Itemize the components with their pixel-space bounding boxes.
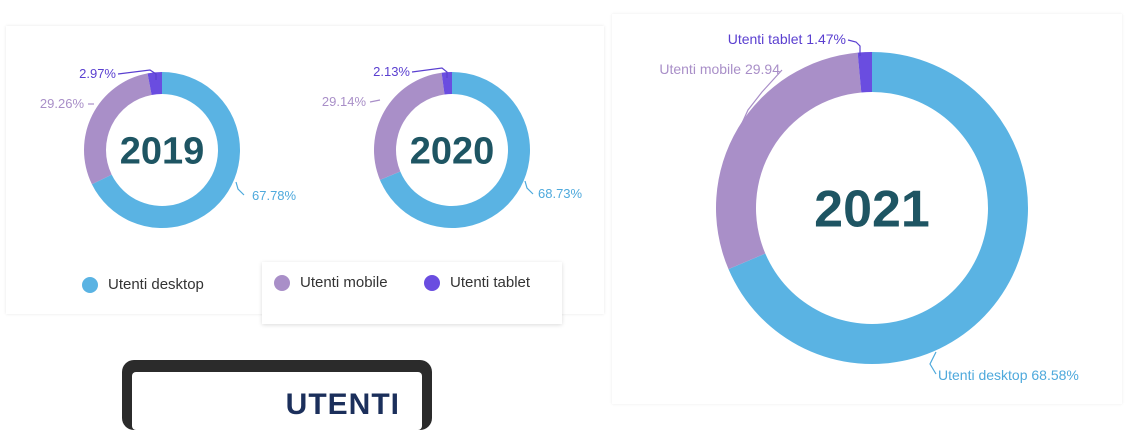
legend-label-tablet: Utenti tablet [450,274,531,291]
legend-item-mobile: Utenti mobile [274,274,388,291]
legend-item-desktop: Utenti desktop [82,276,204,293]
donut-2019-leader-desktop [235,181,245,196]
donut-charts: 2019 67.78% 29.26% 2.97% 2020 68.73% 29.14% 2.1… [40,31,1079,383]
donut-2020-leader-desktop [524,180,534,195]
donut-2019-data-label-mobile: 29.26% [40,96,85,111]
donut-2021-data-label-mobile: Utenti mobile 29.94 [659,61,780,77]
donut-2021-data-label-tablet: Utenti tablet 1.47% [728,31,846,47]
tablet-screen-text: UTENTI [285,388,400,421]
donut-2020-data-label-desktop: 68.73% [538,186,583,201]
donut-2019-year-label: 2019 [120,131,205,173]
legend-swatch-tablet [424,274,440,291]
legend-item-tablet: Utenti tablet [424,274,530,291]
donut-2019-data-label-desktop: 67.78% [252,188,297,203]
legend-swatch-desktop [82,276,98,293]
legend-label-mobile: Utenti mobile [300,274,388,291]
donut-2019-data-label-tablet: 2.97% [79,66,116,81]
tablet-illustration: UTENTI [122,360,432,430]
donut-2021-leader-desktop [929,351,937,375]
legend-swatch-mobile [274,274,290,291]
donut-2020-year-label: 2020 [410,131,495,173]
donut-2021-data-label-desktop: Utenti desktop 68.58% [938,367,1079,383]
donut-2020-data-label-tablet: 2.13% [373,64,410,79]
donut-2020-leader-mobile [369,99,381,103]
legend-label-desktop: Utenti desktop [108,276,204,293]
donut-2020-data-label-mobile: 29.14% [322,94,367,109]
tablet-screen: UTENTI [132,372,422,430]
donut-2021-year-label: 2021 [814,181,930,239]
